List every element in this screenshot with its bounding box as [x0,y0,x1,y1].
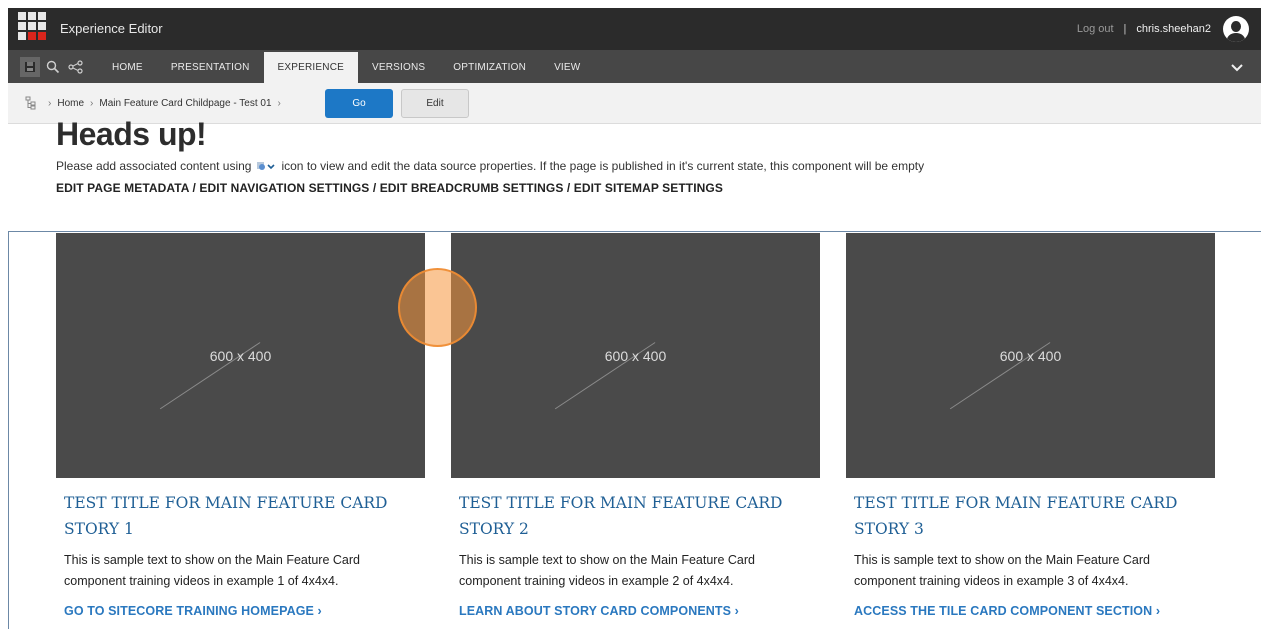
tab-experience[interactable]: EXPERIENCE [263,52,358,83]
ribbon-tabs: HOME PRESENTATION EXPERIENCE VERSIONS OP… [98,50,594,83]
ribbon: HOME PRESENTATION EXPERIENCE VERSIONS OP… [8,50,1261,83]
feature-card-1: 600 x 400 TEST TITLE FOR MAIN FEATURE CA… [56,233,425,618]
card-link[interactable]: GO TO SITECORE TRAINING HOMEPAGE › [64,604,417,618]
breadcrumb-chevron-icon: › [90,98,94,109]
card-image-placeholder[interactable]: 600 x 400 [451,233,820,478]
edit-button[interactable]: Edit [401,89,469,118]
meta-edit-links[interactable]: EDIT PAGE METADATA / EDIT NAVIGATION SET… [56,181,723,195]
username[interactable]: chris.sheehan2 [1136,23,1211,35]
breadcrumb-item-home[interactable]: Home [57,98,84,109]
card-image-placeholder[interactable]: 600 x 400 [56,233,425,478]
page-heading: Heads up! [56,116,207,152]
image-dimension-label: 600 x 400 [999,347,1062,364]
user-separator: | [1123,23,1127,35]
card-title[interactable]: TEST TITLE FOR MAIN FEATURE CARD STORY 1 [64,490,417,542]
card-image-placeholder[interactable]: 600 x 400 [846,233,1215,478]
notice-text-after: icon to view and edit the data source pr… [281,159,925,173]
card-text[interactable]: This is sample text to show on the Main … [854,550,1207,592]
breadcrumb-item-current[interactable]: Main Feature Card Childpage - Test 01 [99,98,271,109]
notice-text: Please add associated content using icon… [56,159,924,173]
share-icon[interactable] [66,57,86,77]
click-indicator [398,268,477,347]
card-title[interactable]: TEST TITLE FOR MAIN FEATURE CARD STORY 3 [854,490,1207,542]
search-icon[interactable] [43,57,63,77]
tab-optimization[interactable]: OPTIMIZATION [439,50,540,83]
quick-tools [20,57,86,77]
data-source-icon [256,160,276,172]
breadcrumb-chevron-icon: › [48,98,52,109]
top-bar: Experience Editor Log out | chris.sheeha… [8,8,1261,50]
feature-card-2: 600 x 400 TEST TITLE FOR MAIN FEATURE CA… [451,233,820,618]
tree-icon[interactable] [25,96,37,115]
image-dimension-label: 600 x 400 [604,347,667,364]
user-area: Log out | chris.sheehan2 [1077,8,1249,50]
go-button[interactable]: Go [325,89,393,118]
card-link[interactable]: ACCESS THE TILE CARD COMPONENT SECTION › [854,604,1207,618]
breadcrumb-chevron-icon: › [277,98,281,109]
tab-versions[interactable]: VERSIONS [358,50,439,83]
tab-home[interactable]: HOME [98,50,157,83]
tab-view[interactable]: VIEW [540,50,594,83]
tab-presentation[interactable]: PRESENTATION [157,50,264,83]
feature-card-3: 600 x 400 TEST TITLE FOR MAIN FEATURE CA… [846,233,1215,618]
card-text[interactable]: This is sample text to show on the Main … [459,550,812,592]
card-link[interactable]: LEARN ABOUT STORY CARD COMPONENTS › [459,604,812,618]
app-title: Experience Editor [60,21,163,36]
logout-link[interactable]: Log out [1077,23,1114,35]
card-title[interactable]: TEST TITLE FOR MAIN FEATURE CARD STORY 2 [459,490,812,542]
card-text[interactable]: This is sample text to show on the Main … [64,550,417,592]
save-icon[interactable] [20,57,40,77]
image-dimension-label: 600 x 400 [209,347,272,364]
notice-text-before: Please add associated content using [56,159,252,173]
chevron-down-icon[interactable] [1231,60,1243,78]
sitecore-logo-icon[interactable] [18,12,46,42]
avatar[interactable] [1223,16,1249,42]
